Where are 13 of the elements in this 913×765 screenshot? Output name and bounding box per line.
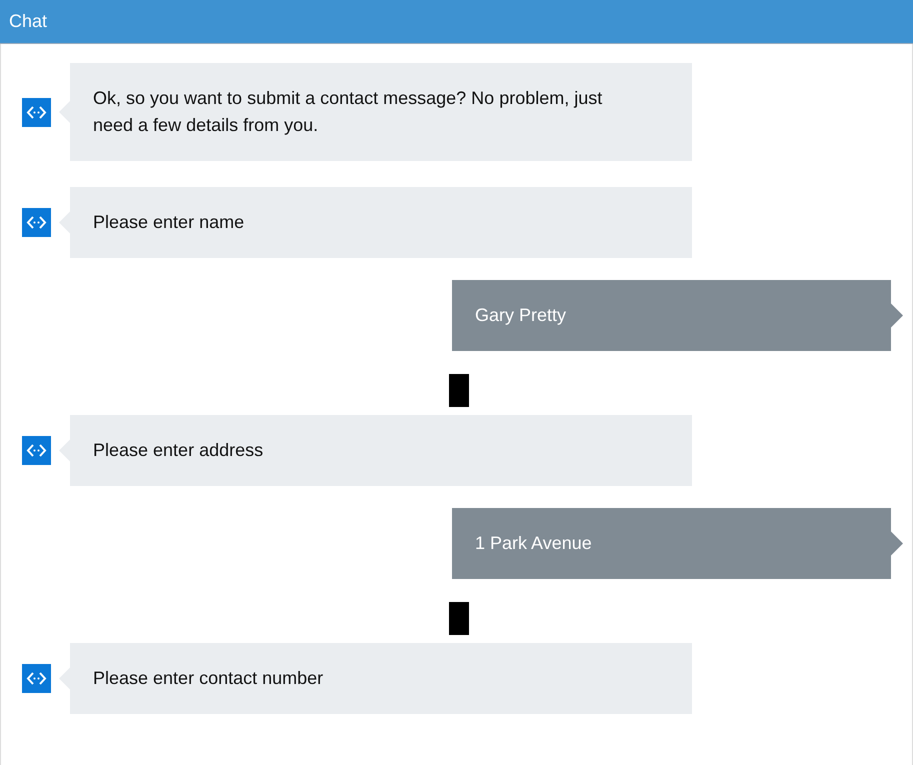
bot-icon [22,98,51,126]
redaction-block [449,602,469,635]
user-message: 1 Park Avenue [452,508,903,579]
bot-icon [22,436,51,465]
redaction-block [449,374,469,407]
bot-message: Ok, so you want to submit a contact message? No problem, just need a few details from you. [59,63,692,161]
bot-message: Please enter address [59,415,692,486]
user-message: Gary Pretty [452,280,903,351]
bot-icon [22,208,51,237]
bot-icon [22,664,51,693]
header-title: Chat [9,11,48,32]
bot-message: Please enter contact number [59,643,692,714]
bot-message: Please enter name [59,187,692,258]
